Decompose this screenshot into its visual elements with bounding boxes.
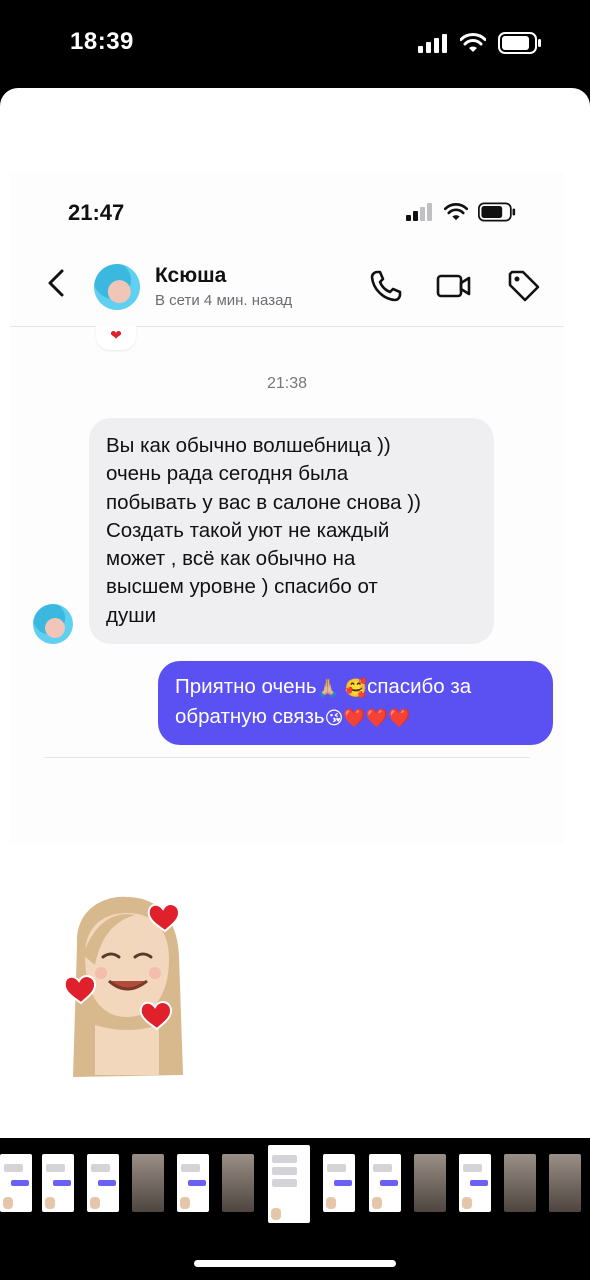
back-chevron-icon[interactable] [44,268,68,298]
signal-icon [406,203,432,221]
message-line: может , всё как обычно на [106,547,356,571]
thumbnail[interactable] [132,1154,164,1212]
video-icon[interactable] [436,268,472,304]
incoming-message-bubble[interactable]: Вы как обычно волшебница )) очень рада с… [89,418,494,645]
message-text: спасибо за [367,675,472,698]
thumbnail[interactable] [0,1154,32,1212]
message-line: очень рада сегодня была [106,462,349,486]
chat-timestamp: 21:38 [266,375,308,392]
contact-status: В сети 4 мин. назад [155,292,293,309]
screenshot-viewer-card: 21:47 Ксюша В сети 4 мин. назад ❤ 21:38 … [0,88,590,1138]
thumbnail[interactable] [87,1154,119,1212]
battery-icon [478,202,516,222]
smiling-hearts-icon: 🥰 [344,678,368,699]
message-line: побывать у вас в салоне снова )) [106,490,421,514]
divider [44,757,530,758]
phone-icon[interactable] [368,268,404,304]
thumbnail[interactable] [414,1154,446,1212]
home-indicator[interactable] [194,1260,396,1267]
message-text: Приятно очень [175,675,317,698]
signal-icon [418,34,447,53]
wifi-icon [444,203,468,221]
message-line: Вы как обычно волшебница )) [106,434,391,457]
heart-reaction-icon[interactable]: ❤ [96,326,136,350]
thumbnail[interactable] [459,1154,491,1212]
inner-clock: 21:47 [68,200,125,225]
tag-icon[interactable] [506,268,542,304]
memoji-sticker [63,896,183,1077]
thumbnail-selected[interactable] [268,1145,310,1223]
outer-clock: 18:39 [70,28,134,55]
thumbnail[interactable] [177,1154,209,1212]
outer-status-icons [418,32,542,54]
thumbnail[interactable] [323,1154,355,1212]
contact-name[interactable]: Ксюша [155,264,226,288]
outer-status-bar: 18:39 [0,0,590,88]
message-line: души [106,603,157,627]
message-text: обратную связь [175,705,325,728]
thumbnail[interactable] [222,1154,254,1212]
thumbnail[interactable] [549,1154,581,1212]
message-line: Создать такой уют не каждый [106,518,390,542]
chat-header: Ксюша В сети 4 мин. назад [10,238,564,327]
thumbnail[interactable] [504,1154,536,1212]
thumbnail[interactable] [42,1154,74,1212]
thumbnail-strip [0,1145,590,1225]
kiss-and-hearts-icons: 😘❤️❤️❤️ [324,708,411,729]
praying-hands-icon: 🙏🏼 [316,678,339,699]
outgoing-message-bubble[interactable]: Приятно очень🙏🏼 🥰спасибо за обратную свя… [158,661,553,745]
contact-avatar[interactable] [94,264,140,310]
thumbnail[interactable] [369,1154,401,1212]
battery-icon [498,32,541,54]
wifi-icon [460,33,486,52]
sender-avatar[interactable] [33,604,73,644]
inner-status-icons [406,202,516,222]
message-line: высшем уровне ) спасибо от [106,575,378,599]
